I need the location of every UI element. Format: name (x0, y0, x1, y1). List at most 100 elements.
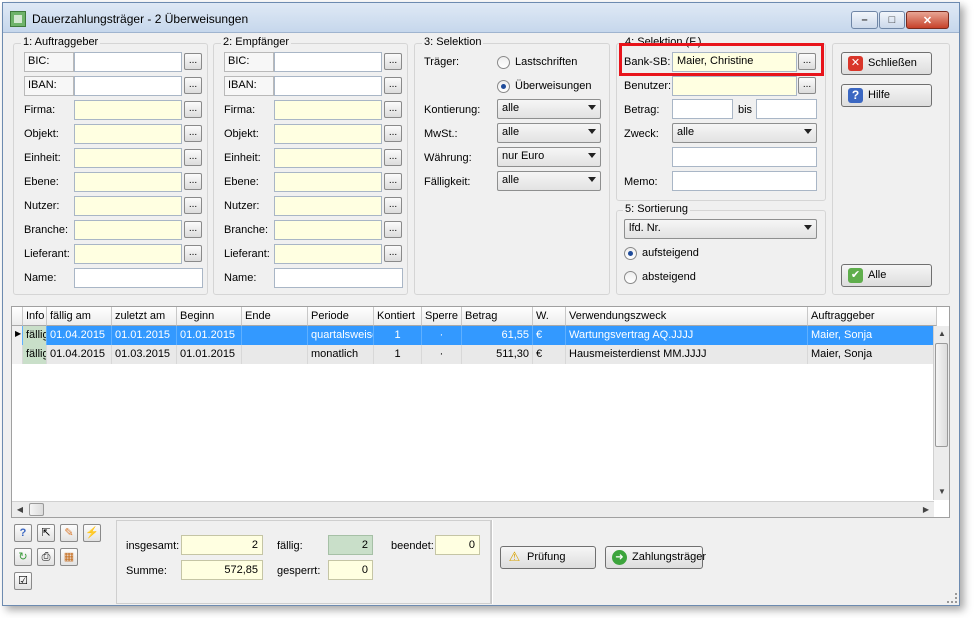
cursor-tool-icon[interactable]: ⇱ (37, 524, 55, 542)
empfaenger-lookup-button[interactable]: ... (384, 77, 402, 94)
scroll-down-icon[interactable]: ▼ (934, 484, 950, 500)
benutzer-lookup-button[interactable]: ... (798, 77, 816, 94)
zweck-text-field[interactable] (672, 147, 817, 167)
empfaenger-input[interactable] (274, 148, 382, 168)
hscroll-thumb[interactable] (29, 503, 44, 516)
auftraggeber-input[interactable] (74, 148, 182, 168)
auftraggeber-lookup-button[interactable]: ... (184, 53, 202, 70)
minimize-button[interactable]: – (851, 11, 878, 29)
empfaenger-lookup-button[interactable]: ... (384, 101, 402, 118)
scroll-up-icon[interactable]: ▲ (934, 326, 950, 342)
column-header[interactable]: Ende (242, 307, 308, 326)
waehrung-select[interactable]: nur Euro (497, 147, 601, 167)
radio-ueberweisungen-label[interactable]: Überweisungen (515, 80, 591, 92)
empfaenger-lookup-button[interactable]: ... (384, 173, 402, 190)
scroll-thumb[interactable] (935, 343, 948, 447)
empfaenger-input[interactable] (274, 172, 382, 192)
column-header[interactable]: Kontiert (374, 307, 422, 326)
empfaenger-input[interactable] (274, 220, 382, 240)
empfaenger-input[interactable] (274, 100, 382, 120)
zahlungstraeger-button[interactable]: ➜ Zahlungsträger (605, 546, 706, 569)
auftraggeber-lookup-button[interactable]: ... (184, 197, 202, 214)
faelligkeit-select[interactable]: alle (497, 171, 601, 191)
kontierung-select[interactable]: alle (497, 99, 601, 119)
auftraggeber-lookup-button[interactable]: ... (184, 77, 202, 94)
horizontal-scrollbar[interactable]: ◀ ▶ (12, 501, 934, 517)
column-header[interactable]: Verwendungszweck (566, 307, 808, 326)
empfaenger-lookup-button[interactable]: ... (384, 149, 402, 166)
empfaenger-input[interactable] (274, 196, 382, 216)
empfaenger-lookup-button[interactable]: ... (384, 125, 402, 142)
radio-lastschriften-label[interactable]: Lastschriften (515, 56, 577, 68)
title-bar[interactable]: Dauerzahlungsträger - 2 Überweisungen – … (3, 3, 959, 33)
resize-grip[interactable] (947, 593, 957, 603)
empfaenger-input[interactable] (274, 76, 382, 96)
auftraggeber-input[interactable] (74, 76, 182, 96)
flash-tool-icon[interactable]: ⚡ (83, 524, 101, 542)
auftraggeber-lookup-button[interactable]: ... (184, 125, 202, 142)
radio-ueberweisungen[interactable] (497, 80, 510, 93)
zweck-select[interactable]: alle (672, 123, 817, 143)
auftraggeber-input[interactable] (74, 124, 182, 144)
alle-button[interactable]: ✔ Alle (841, 264, 932, 287)
refresh-tool-icon[interactable]: ↻ (14, 548, 32, 566)
auftraggeber-lookup-button[interactable]: ... (184, 245, 202, 262)
payment-table[interactable]: Info fällig am zuletzt am Beginn Ende Periode… (11, 306, 950, 518)
edit-tool-icon[interactable]: ✎ (60, 524, 78, 542)
maximize-button[interactable]: □ (879, 11, 905, 29)
auftraggeber-lookup-button[interactable]: ... (184, 149, 202, 166)
beendet-label: beendet: (391, 540, 434, 552)
help-tool-icon[interactable]: ? (14, 524, 32, 542)
schliessen-button[interactable]: ✕ Schließen (841, 52, 932, 75)
radio-absteigend-label[interactable]: absteigend (642, 271, 696, 283)
auftraggeber-input[interactable] (74, 196, 182, 216)
column-header[interactable]: Sperre (422, 307, 462, 326)
auftraggeber-lookup-button[interactable]: ... (184, 221, 202, 238)
auftraggeber-input[interactable] (74, 220, 182, 240)
sortierung-select[interactable]: lfd. Nr. (624, 219, 817, 239)
checkbox-tool-icon[interactable]: ☑ (14, 572, 32, 590)
memo-field[interactable] (672, 171, 817, 191)
column-header[interactable]: zuletzt am (112, 307, 177, 326)
export-tool-icon[interactable]: ▦ (60, 548, 78, 566)
empfaenger-input[interactable] (274, 52, 382, 72)
empfaenger-lookup-button[interactable]: ... (384, 221, 402, 238)
empfaenger-lookup-button[interactable]: ... (384, 197, 402, 214)
empfaenger-lookup-button[interactable]: ... (384, 245, 402, 262)
auftraggeber-input[interactable] (74, 172, 182, 192)
empfaenger-input[interactable] (274, 268, 403, 288)
pruefung-button[interactable]: ⚠ Prüfung (500, 546, 596, 569)
close-button[interactable]: ✕ (906, 11, 949, 29)
benutzer-field[interactable] (672, 76, 797, 96)
print-tool-icon[interactable]: ⎙ (37, 548, 55, 566)
radio-absteigend[interactable] (624, 271, 637, 284)
scroll-left-icon[interactable]: ◀ (12, 502, 28, 518)
column-header[interactable]: Auftraggeber (808, 307, 937, 326)
empfaenger-input[interactable] (274, 124, 382, 144)
maximize-icon: □ (888, 14, 896, 26)
empfaenger-input[interactable] (274, 244, 382, 264)
empfaenger-lookup-button[interactable]: ... (384, 53, 402, 70)
vertical-scrollbar[interactable]: ▲ ▼ (933, 326, 949, 500)
column-header[interactable]: Betrag (462, 307, 533, 326)
column-header[interactable]: Periode (308, 307, 374, 326)
column-header[interactable]: Beginn (177, 307, 242, 326)
hilfe-button[interactable]: ? Hilfe (841, 84, 932, 107)
column-header[interactable]: fällig am (47, 307, 112, 326)
betrag-from-field[interactable] (672, 99, 733, 119)
mwst-select[interactable]: alle (497, 123, 601, 143)
radio-aufsteigend-label[interactable]: aufsteigend (642, 247, 699, 259)
column-header[interactable]: W. (533, 307, 566, 326)
radio-aufsteigend[interactable] (624, 247, 637, 260)
betrag-to-field[interactable] (756, 99, 817, 119)
auftraggeber-input[interactable] (74, 268, 203, 288)
auftraggeber-input[interactable] (74, 244, 182, 264)
auftraggeber-input[interactable] (74, 52, 182, 72)
auftraggeber-lookup-button[interactable]: ... (184, 101, 202, 118)
auftraggeber-input[interactable] (74, 100, 182, 120)
auftraggeber-lookup-button[interactable]: ... (184, 173, 202, 190)
column-header[interactable]: Info (23, 307, 47, 326)
scroll-right-icon[interactable]: ▶ (918, 502, 934, 518)
group-sortierung-title: 5: Sortierung (623, 203, 690, 215)
radio-lastschriften[interactable] (497, 56, 510, 69)
